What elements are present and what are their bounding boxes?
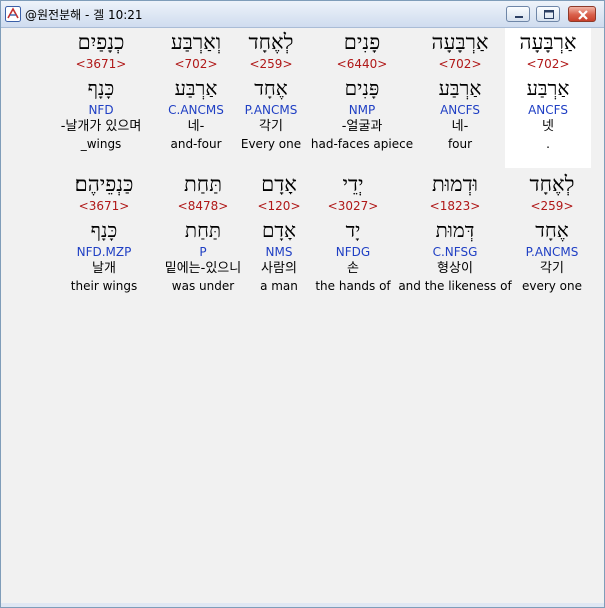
hebrew-word: תַּחַת — [183, 172, 223, 196]
hebrew-word: לְאֶחָד — [529, 172, 575, 196]
hebrew-word: לְאֶחָד — [248, 30, 294, 54]
strong-number: <120> — [257, 199, 301, 213]
morphology-code: NMP — [348, 103, 376, 117]
english-gloss: . — [546, 137, 550, 151]
app-window: @원전분해 - 겔 10:21 אַרְבָּעָה <702> אַרְבַּע A… — [0, 0, 605, 608]
hebrew-word: אַרְבָּעָה — [431, 30, 489, 54]
close-icon — [578, 10, 588, 20]
english-gloss: a man — [260, 279, 298, 293]
word-cell[interactable]: פָנִים <6440> פָּנִים NMP -얼굴과 had-faces apie… — [307, 28, 417, 168]
english-gloss: _wings — [80, 137, 122, 151]
lemma-word: תַּחַת — [184, 218, 222, 242]
minimize-icon — [515, 16, 523, 18]
english-gloss: had-faces apiece — [310, 137, 414, 151]
korean-gloss: 넷 — [542, 119, 554, 134]
korean-gloss: 날개 — [92, 261, 116, 276]
morphology-code: ANCFS — [440, 103, 480, 117]
word-cell[interactable]: לְאֶחָד <259> אֶחָד P.ANCMS 각기 every one — [513, 170, 591, 306]
word-cell[interactable]: אָדָם <120> אָדָם NMS 사람의 a man — [251, 170, 307, 306]
english-gloss: and the likeness of — [398, 279, 512, 293]
lemma-word: כָּנָף — [87, 76, 115, 100]
korean-gloss: 네- — [187, 119, 205, 134]
lemma-word: פָּנִים — [344, 76, 380, 100]
lemma-word: דְּמוּת — [435, 218, 475, 242]
hebrew-word: וְאַרְבַּע — [170, 30, 222, 54]
window-bottom-border — [1, 603, 604, 607]
korean-gloss: 네- — [451, 119, 469, 134]
app-logo-icon[interactable] — [5, 6, 21, 22]
strong-number: <3671> — [75, 57, 127, 71]
english-gloss: four — [447, 137, 473, 151]
strong-number: <702> — [174, 57, 218, 71]
maximize-button[interactable] — [536, 6, 560, 22]
strong-number: <1823> — [429, 199, 481, 213]
english-gloss: the hands of — [315, 279, 391, 293]
english-gloss: their wings — [70, 279, 138, 293]
morphology-code: ANCFS — [528, 103, 568, 117]
korean-gloss: 손 — [347, 261, 359, 276]
korean-gloss: 각기 — [540, 261, 564, 276]
word-cell[interactable]: אַרְבָּעָה <702> אַרְבַּע ANCFS 네-four — [417, 28, 503, 168]
lemma-word: יָד — [345, 218, 361, 242]
strong-number: <702> — [438, 57, 482, 71]
hebrew-word: כְנָפַיִם — [77, 30, 125, 54]
strong-number: <8478> — [177, 199, 229, 213]
morphology-code: P.ANCMS — [244, 103, 298, 117]
verse-row-1: אַרְבָּעָה <702> אַרְבַּע ANCFS 넷. אַרְבָּעָה… — [5, 28, 601, 168]
korean-gloss: 사람의 — [261, 261, 297, 276]
hebrew-word: וּדְמוּת — [431, 172, 479, 196]
hebrew-word: אַרְבָּעָה — [519, 30, 577, 54]
word-cell[interactable]: תַּחַת <8478> תַּחַת P 밑에는-있으니 was under — [155, 170, 251, 306]
morphology-code: C.ANCMS — [168, 103, 224, 117]
morphology-code: P.ANCMS — [525, 245, 579, 259]
word-cell[interactable]: כַּנְפֵיהֶם׃ <3671> כָּנָף NFD.MZP 날개 their w… — [53, 170, 155, 306]
word-cell[interactable]: כְנָפַיִם <3671> כָּנָף NFD -날개가 있으며 _wings — [45, 28, 157, 168]
morphology-code: NFD.MZP — [76, 245, 132, 259]
english-gloss: was under — [171, 279, 235, 293]
window-title: @원전분해 - 겔 10:21 — [25, 8, 143, 22]
word-cell[interactable]: אַרְבָּעָה <702> אַרְבַּע ANCFS 넷. — [505, 28, 591, 168]
korean-gloss: 형상이 — [437, 261, 473, 276]
maximize-icon — [544, 10, 554, 19]
strong-number: <6440> — [336, 57, 388, 71]
strong-number: <3027> — [327, 199, 379, 213]
lemma-word: אֶחָד — [254, 76, 288, 100]
morphology-code: C.NFSG — [432, 245, 478, 259]
korean-gloss: -날개가 있으며 — [60, 119, 142, 134]
korean-gloss: 밑에는-있으니 — [164, 261, 242, 276]
lemma-word: אַרְבַּע — [526, 76, 570, 100]
word-cell[interactable]: יְדֵי <3027> יָד NFDG 손 the hands of — [310, 170, 396, 306]
hebrew-word: כַּנְפֵיהֶם׃ — [74, 172, 134, 196]
lemma-word: אֶחָד — [535, 218, 569, 242]
word-cell[interactable]: לְאֶחָד <259> אֶחָד P.ANCMS 각기 Every one — [235, 28, 307, 168]
interlinear-view: אַרְבָּעָה <702> אַרְבַּע ANCFS 넷. אַרְבָּעָה… — [5, 28, 601, 604]
lemma-word: אַרְבַּע — [438, 76, 482, 100]
hebrew-word: פָנִים — [343, 30, 381, 54]
morphology-code: NFDG — [335, 245, 371, 259]
english-gloss: every one — [521, 279, 583, 293]
morphology-code: P — [199, 245, 207, 259]
close-button[interactable] — [568, 6, 596, 22]
english-gloss: Every one — [240, 137, 302, 151]
korean-gloss: -얼굴과 — [341, 119, 383, 134]
hebrew-word: יְדֵי — [342, 172, 364, 196]
strong-number: <259> — [249, 57, 293, 71]
morphology-code: NMS — [265, 245, 293, 259]
title-bar[interactable]: @원전분해 - 겔 10:21 — [1, 1, 604, 28]
word-cell[interactable]: וְאַרְבַּע <702> אַרְבַּע C.ANCMS 네-and-four — [157, 28, 235, 168]
hebrew-word: אָדָם — [261, 172, 297, 196]
korean-gloss: 각기 — [259, 119, 283, 134]
lemma-word: אָדָם — [261, 218, 297, 242]
strong-number: <702> — [526, 57, 570, 71]
english-gloss: and-four — [170, 137, 222, 151]
minimize-button[interactable] — [506, 6, 530, 22]
lemma-word: אַרְבַּע — [174, 76, 218, 100]
strong-number: <259> — [530, 199, 574, 213]
lemma-word: כָּנָף — [90, 218, 118, 242]
verse-row-2: לְאֶחָד <259> אֶחָד P.ANCMS 각기 every one וּדְמ… — [5, 170, 601, 310]
word-cell[interactable]: וּדְמוּת <1823> דְּמוּת C.NFSG 형상이 and the li… — [397, 170, 513, 306]
strong-number: <3671> — [78, 199, 130, 213]
morphology-code: NFD — [88, 103, 114, 117]
